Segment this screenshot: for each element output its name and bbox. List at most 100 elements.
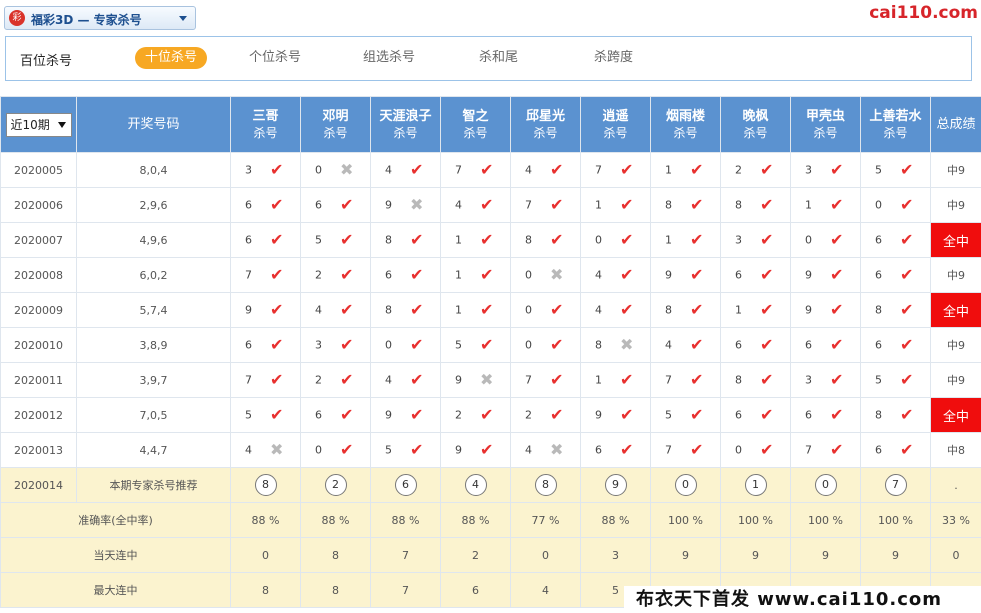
- kill-pick-cell: 2 ✔: [720, 152, 791, 188]
- period-cell: 2020005: [0, 152, 77, 188]
- expert-sub: 杀号: [603, 125, 628, 140]
- kill-number: 8: [385, 303, 392, 317]
- checkmark-icon: ✔: [900, 370, 914, 389]
- expert-sub: 杀号: [533, 125, 558, 140]
- checkmark-icon: ✔: [550, 370, 564, 389]
- lottery-type-dropdown[interactable]: 彩 福彩3D — 专家杀号: [4, 6, 196, 30]
- draw-numbers-cell: 2,9,6: [76, 187, 231, 223]
- recommend-cell: 7: [860, 467, 931, 503]
- header-expert: 甲壳虫 杀号: [790, 96, 861, 153]
- recommend-ball: 0: [674, 474, 697, 496]
- kill-pick: 0 ✔: [371, 328, 440, 362]
- kill-pick: 1 ✔: [581, 363, 650, 397]
- kill-number: 0: [525, 303, 532, 317]
- kill-number: 8: [595, 338, 602, 352]
- kill-pick: 6 ✔: [721, 398, 790, 432]
- kill-number: 2: [315, 268, 322, 282]
- table-row: 2020005 8,0,4 3 ✔ 0 ✖ 4 ✔ 7 ✔ 4 ✔ 7 ✔ 1 ✔ 2 ✔ 3 ✔ 5 ✔ 中9: [0, 152, 981, 188]
- kill-number: 4: [315, 303, 322, 317]
- header-expert: 天涯浪子 杀号: [370, 96, 441, 153]
- expert-sub: 杀号: [813, 125, 838, 140]
- kill-pick: 9 ✖: [371, 188, 440, 222]
- kill-pick: 8 ✔: [651, 293, 720, 327]
- checkmark-icon: ✔: [760, 335, 774, 354]
- checkmark-icon: ✔: [690, 405, 704, 424]
- expert-name: 逍遥: [602, 108, 629, 124]
- kill-pick: 4 ✔: [371, 363, 440, 397]
- checkmark-icon: ✔: [270, 335, 284, 354]
- kill-number: 7: [805, 443, 812, 457]
- draw-numbers-cell: 7,0,5: [76, 397, 231, 433]
- kill-pick: 0 ✔: [511, 328, 580, 362]
- kill-pick-cell: 8 ✔: [370, 292, 441, 328]
- kill-pick-cell: 4 ✔: [510, 152, 581, 188]
- kill-number: 0: [525, 268, 532, 282]
- kill-pick-cell: 3 ✔: [230, 152, 301, 188]
- tab-span-kill[interactable]: 杀跨度: [584, 47, 643, 69]
- header-expert: 邓明 杀号: [300, 96, 371, 153]
- kill-number: 4: [525, 443, 532, 457]
- kill-pick-cell: 4 ✔: [370, 152, 441, 188]
- kill-pick-cell: 1 ✔: [650, 152, 721, 188]
- draw-numbers-cell: 4,9,6: [76, 222, 231, 258]
- tab-units-kill[interactable]: 个位杀号: [239, 47, 311, 69]
- checkmark-icon: ✔: [340, 195, 354, 214]
- kill-pick: 6 ✔: [861, 223, 930, 257]
- draw-numbers-cell: 6,0,2: [76, 257, 231, 293]
- kill-pick: 3 ✔: [791, 153, 860, 187]
- expert-sub: 杀号: [253, 125, 278, 140]
- kill-pick: 0 ✔: [511, 293, 580, 327]
- kill-number: 9: [245, 303, 252, 317]
- stat-label: 当天连中: [0, 537, 231, 573]
- kill-pick-cell: 4 ✔: [650, 327, 721, 363]
- checkmark-icon: ✔: [620, 160, 634, 179]
- kill-pick: 9 ✔: [791, 293, 860, 327]
- recommend-ball: 4: [464, 474, 487, 496]
- kill-pick: 7 ✔: [441, 153, 510, 187]
- checkmark-icon: ✔: [410, 370, 424, 389]
- kill-number: 7: [245, 373, 252, 387]
- period-cell: 2020008: [0, 257, 77, 293]
- kill-pick: 2 ✔: [511, 398, 580, 432]
- stat-value: 88 %: [440, 502, 511, 538]
- kill-pick-cell: 5 ✔: [300, 222, 371, 258]
- kill-number: 7: [525, 198, 532, 212]
- period-select[interactable]: 近10期: [5, 112, 72, 137]
- kill-pick: 7 ✔: [651, 363, 720, 397]
- kill-pick: 2 ✔: [441, 398, 510, 432]
- stat-value: 8: [300, 572, 371, 608]
- kill-pick-cell: 9 ✖: [370, 187, 441, 223]
- tab-tens-kill[interactable]: 十位杀号: [135, 47, 208, 69]
- checkmark-icon: ✔: [690, 440, 704, 459]
- kill-pick: 3 ✔: [301, 328, 370, 362]
- kill-pick: 6 ✔: [581, 433, 650, 467]
- kill-pick: 8 ✔: [861, 293, 930, 327]
- checkmark-icon: ✔: [760, 195, 774, 214]
- checkmark-icon: ✔: [480, 265, 494, 284]
- checkmark-icon: ✔: [340, 230, 354, 249]
- stat-value: 0: [230, 537, 301, 573]
- kill-number: 7: [525, 373, 532, 387]
- recommend-cell: 0: [790, 467, 861, 503]
- expert-name: 天涯浪子: [379, 108, 432, 124]
- kill-number: 6: [245, 338, 252, 352]
- table-row: 2020007 4,9,6 6 ✔ 5 ✔ 8 ✔ 1 ✔ 8 ✔ 0 ✔ 1 ✔ 3 ✔ 0 ✔ 6 ✔ 全中: [0, 222, 981, 258]
- kill-pick: 4 ✔: [301, 293, 370, 327]
- kill-pick: 7 ✔: [511, 363, 580, 397]
- total-score-cell: 全中: [930, 222, 981, 258]
- tab-sum-tail-kill[interactable]: 杀和尾: [469, 47, 528, 69]
- recommend-ball: 1: [744, 474, 767, 496]
- header-draw-numbers: 开奖号码: [76, 96, 231, 153]
- kill-number: 1: [455, 303, 462, 317]
- tab-group-kill[interactable]: 组选杀号: [353, 47, 425, 69]
- cross-icon: ✖: [550, 265, 564, 284]
- tab-hundreds-kill[interactable]: 百位杀号: [20, 50, 72, 69]
- checkmark-icon: ✔: [690, 370, 704, 389]
- checkmark-icon: ✔: [270, 370, 284, 389]
- kill-number: 1: [455, 268, 462, 282]
- kill-pick: 0 ✔: [581, 223, 650, 257]
- kill-pick: 4 ✔: [371, 153, 440, 187]
- table-body: 2020005 8,0,4 3 ✔ 0 ✖ 4 ✔ 7 ✔ 4 ✔ 7 ✔ 1 ✔ 2 ✔ 3 ✔ 5 ✔ 中9 202000…: [0, 152, 981, 608]
- draw-numbers-cell: 4,4,7: [76, 432, 231, 468]
- expert-name: 烟雨楼: [665, 108, 705, 124]
